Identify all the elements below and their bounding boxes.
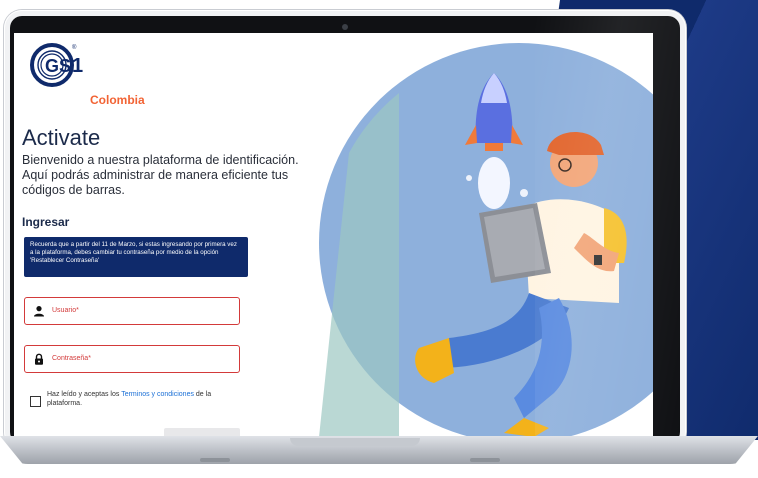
login-section-title: Ingresar	[22, 215, 70, 229]
password-reset-notice: Recuerda que a partir del 11 de Marzo, s…	[24, 237, 248, 277]
username-field[interactable]: Usuario*	[24, 297, 240, 325]
terms-row: Haz leído y aceptas los Terminos y condi…	[30, 390, 250, 420]
terms-prefix: Haz leído y aceptas los	[47, 391, 122, 398]
laptop-hinge-notch	[290, 438, 420, 446]
logo-one-text: 1	[72, 55, 83, 77]
laptop-foot-right	[470, 458, 500, 462]
username-placeholder: Usuario*	[52, 307, 79, 314]
logo-registered-mark: ®	[72, 44, 77, 51]
terms-text: Haz leído y aceptas los Terminos y condi…	[47, 390, 237, 408]
logo-gs-text: GS	[45, 56, 71, 76]
gs1-logo-mark: GS 1 ®	[30, 43, 83, 87]
person-with-laptop-illustration	[319, 43, 653, 437]
password-field[interactable]: Contraseña*	[24, 345, 240, 373]
password-placeholder: Contraseña*	[52, 355, 91, 362]
webcam-icon	[342, 24, 348, 30]
page-title: Activate	[22, 125, 101, 150]
terms-checkbox[interactable]	[30, 396, 41, 407]
terms-link[interactable]: Terminos y condiciones	[121, 391, 194, 398]
lock-icon	[35, 353, 43, 365]
laptop-screen: GS 1 ® Colombia Activate Bienvenido a nu…	[14, 33, 653, 437]
laptop-foot-left	[200, 458, 230, 462]
submit-button[interactable]	[164, 428, 240, 437]
logo-country: Colombia	[90, 93, 145, 107]
page-subtitle: Bienvenido a nuestra plataforma de ident…	[22, 153, 299, 197]
gs1-logo: GS 1 ® Colombia	[28, 41, 148, 111]
user-icon	[34, 306, 44, 317]
